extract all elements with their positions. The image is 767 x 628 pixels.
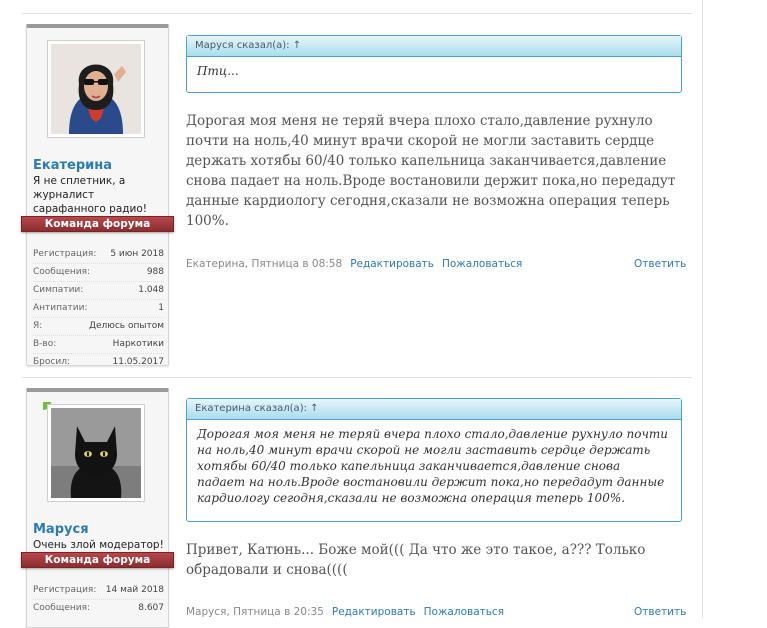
avatar-image bbox=[51, 44, 141, 134]
stat-row: Бросил: 11.05.2017 bbox=[33, 354, 164, 371]
user-name[interactable]: Маруся bbox=[33, 522, 89, 537]
stat-row: Регистрация: 14 май 2018 bbox=[33, 582, 164, 600]
reply-link[interactable]: Ответить bbox=[634, 606, 686, 618]
stat-label: В-во: bbox=[33, 339, 57, 349]
stat-value: 5 июн 2018 bbox=[110, 249, 164, 259]
quote-attribution[interactable]: Маруся сказал(а): ↑ bbox=[187, 36, 681, 57]
stat-value[interactable]: 988 bbox=[147, 264, 164, 281]
user-stats: Регистрация: 5 июн 2018 Сообщения: 988 Сим… bbox=[33, 246, 164, 371]
avatar-image bbox=[51, 408, 141, 498]
user-title: Очень злой модератор! bbox=[33, 539, 164, 551]
user-title: Я не сплетник, а журналист сарафанного р… bbox=[33, 175, 147, 215]
user-banner: Команда форума bbox=[21, 552, 174, 568]
edit-link[interactable]: Редактировать bbox=[350, 258, 434, 270]
stat-value: 1.048 bbox=[138, 285, 164, 295]
quote-block: Екатерина сказал(а): ↑ Дорогая моя меня … bbox=[186, 398, 682, 522]
stat-row: Антипатии: 1 bbox=[33, 300, 164, 318]
post-divider bbox=[22, 13, 692, 14]
reply-link[interactable]: Ответить bbox=[634, 258, 686, 270]
stat-label: Антипатии: bbox=[33, 303, 88, 313]
quote-text: Птц... bbox=[197, 64, 239, 78]
stat-label: Сообщения: bbox=[33, 603, 91, 613]
report-link[interactable]: Пожаловаться bbox=[424, 606, 504, 618]
stat-row: Сообщения: 988 bbox=[33, 264, 164, 282]
stat-row: Я: Делюсь опытом bbox=[33, 318, 164, 336]
stat-label: Сообщения: bbox=[33, 267, 91, 277]
post-author-date[interactable]: Екатерина, Пятница в 08:58 bbox=[186, 258, 342, 270]
stat-value: Наркотики bbox=[112, 339, 164, 349]
stat-row: Симпатии: 1.048 bbox=[33, 282, 164, 300]
stat-row: Сообщения: 8.607 bbox=[33, 600, 164, 617]
content-right-border bbox=[702, 0, 703, 618]
quote-text: Дорогая моя меня не теряй вчера плохо ст… bbox=[197, 427, 669, 505]
stat-value[interactable]: 8.607 bbox=[138, 600, 164, 617]
stat-label: Я: bbox=[33, 321, 43, 331]
avatar[interactable] bbox=[47, 404, 145, 502]
report-link[interactable]: Пожаловаться bbox=[442, 258, 522, 270]
user-banner: Команда форума bbox=[21, 216, 174, 232]
post-meta: Екатерина, Пятница в 08:58 Редактировать П… bbox=[186, 258, 522, 270]
post-meta: Маруся, Пятница в 20:35 Редактировать Пожа… bbox=[186, 606, 504, 618]
stat-row: В-во: Наркотики bbox=[33, 336, 164, 354]
user-card: Маруся Очень злой модератор! Команда фор… bbox=[21, 388, 174, 628]
edit-link[interactable]: Редактировать bbox=[332, 606, 416, 618]
quote-block: Маруся сказал(а): ↑ Птц... bbox=[186, 35, 682, 93]
stat-value: Делюсь опытом bbox=[88, 321, 164, 331]
stat-label: Регистрация: bbox=[33, 249, 97, 259]
stat-label: Симпатии: bbox=[33, 285, 84, 295]
stat-value: 1 bbox=[158, 303, 164, 313]
post-message: Дорогая моя меня не теряй вчера плохо ст… bbox=[186, 113, 676, 229]
user-card: Екатерина Я не сплетник, а журналист сар… bbox=[21, 24, 174, 367]
user-name[interactable]: Екатерина bbox=[33, 158, 112, 173]
post-divider bbox=[22, 377, 692, 378]
stat-value: 11.05.2017 bbox=[112, 357, 164, 367]
stat-label: Регистрация: bbox=[33, 585, 97, 595]
user-stats: Регистрация: 14 май 2018 Сообщения: 8.607 bbox=[33, 582, 164, 617]
stat-value: 14 май 2018 bbox=[105, 585, 164, 595]
stat-row: Регистрация: 5 июн 2018 bbox=[33, 246, 164, 264]
stat-label: Бросил: bbox=[33, 357, 70, 367]
quote-attribution[interactable]: Екатерина сказал(а): ↑ bbox=[187, 399, 681, 420]
post-author-date[interactable]: Маруся, Пятница в 20:35 bbox=[186, 606, 324, 618]
post-message: Привет, Катюнь... Боже мой((( Да что же … bbox=[186, 542, 646, 578]
avatar[interactable] bbox=[47, 40, 145, 138]
